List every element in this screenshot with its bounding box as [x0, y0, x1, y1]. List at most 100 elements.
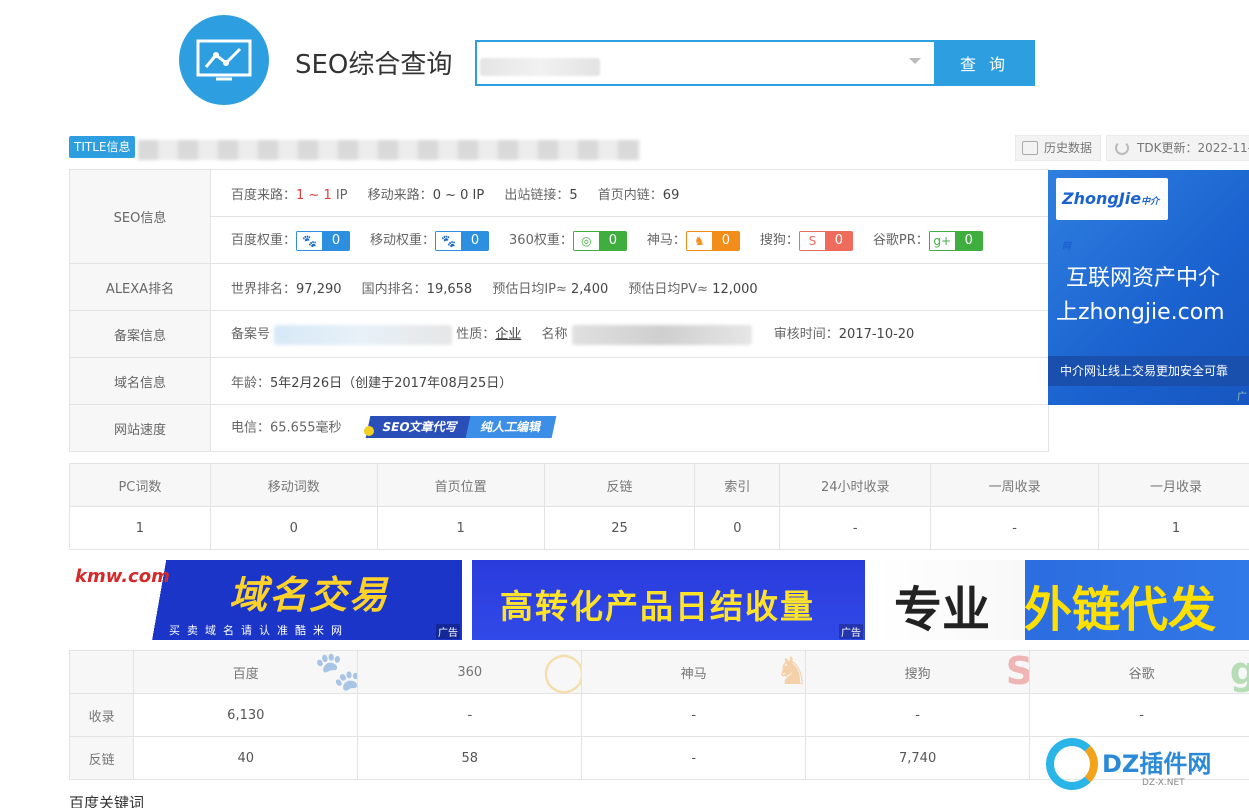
stats-header-cell: 24小时收录: [779, 463, 932, 507]
stats-value-cell[interactable]: 0: [209, 506, 378, 550]
dropdown-arrow-icon[interactable]: [909, 58, 921, 64]
sogou-icon: S: [798, 230, 825, 251]
weight-value: 0: [322, 230, 351, 251]
engine-name: 搜狗: [904, 666, 931, 682]
stats-value-cell[interactable]: 1: [376, 506, 545, 550]
stats-header-cell: 反链: [543, 463, 696, 507]
conversion-banner-ad[interactable]: 高转化产品日结收量 广告: [472, 560, 865, 640]
shenma-icon: ♞: [775, 652, 805, 693]
zhongjie-logo-text: ZhongJie: [1062, 189, 1142, 208]
google-icon: g: [1230, 652, 1249, 693]
ip-estimate-label: 预估日均IP≈: [492, 281, 567, 297]
stats-header-cell: PC词数: [69, 463, 211, 507]
ad-tag: 广告: [839, 624, 863, 639]
engine-row-label: 反链: [68, 736, 135, 780]
stats-header-cell: 一月收录: [1098, 463, 1249, 507]
engine-header-cell: 神马 ♞: [581, 650, 807, 694]
zhongjie-ad-footer: 中介网让线上交易更加安全可靠: [1048, 356, 1249, 386]
mobile-traffic-value[interactable]: 0 ~ 0 IP: [433, 188, 485, 203]
stats-header-cell: 索引: [694, 463, 781, 507]
engine-header-cell: 360 ◯: [357, 650, 583, 694]
weight-label: 百度权重：: [231, 233, 297, 249]
company-name-label: 名称: [541, 327, 568, 343]
stats-value-cell[interactable]: -: [779, 506, 932, 550]
pv-estimate-label: 预估日均PV≈: [628, 281, 709, 297]
corner-cell: [68, 650, 135, 694]
stats-value-cell[interactable]: 1: [69, 506, 211, 550]
weight-value: 0: [598, 230, 627, 251]
360-icon: ◎: [572, 230, 599, 251]
engine-name: 360: [457, 664, 483, 680]
inlinks-value[interactable]: 69: [663, 188, 680, 203]
engine-value-cell[interactable]: 6,130: [133, 693, 359, 737]
speed-row: 电信：65.655毫秒 SEO文章代写 纯人工编辑: [210, 404, 1049, 452]
history-data-button[interactable]: 历史数据: [1015, 135, 1101, 161]
age-label: 年龄：: [231, 375, 271, 391]
ad-tag: 广: [1237, 392, 1247, 403]
360-search-icon: ◯: [542, 650, 582, 693]
inlinks-label: 首页内链：: [597, 187, 663, 203]
search-button[interactable]: 查 询: [934, 40, 1035, 86]
tdk-update-button[interactable]: TDK更新：2022-11-0: [1106, 135, 1249, 161]
mobile-traffic-label: 移动来路：: [367, 187, 433, 203]
weight-value: 0: [824, 230, 853, 251]
engine-value-cell[interactable]: -: [1029, 693, 1249, 737]
title-value-redacted: [138, 140, 640, 160]
domain-trade-banner-ad[interactable]: kmw.com 域名交易 买卖域名请认准酷米网 广告: [69, 560, 462, 640]
tdk-update-label: TDK更新：2022-11-0: [1137, 141, 1249, 155]
engine-value-cell[interactable]: -: [805, 693, 1031, 737]
history-data-label: 历史数据: [1044, 141, 1093, 155]
zhongjie-side-ad[interactable]: ZhongJie中介网 互联网资产中介 上zhongjie.com 中介网让线上…: [1048, 170, 1249, 405]
baidu-keywords-heading: 百度关键词: [69, 794, 145, 808]
weight-badge[interactable]: S0: [798, 230, 853, 251]
nature-value[interactable]: 企业: [495, 327, 521, 342]
seo-ad-part2: 纯人工编辑: [465, 416, 556, 438]
page-title: SEO综合查询: [295, 50, 453, 80]
engine-value-cell[interactable]: -: [357, 693, 583, 737]
seo-info-table: SEO信息 百度来路：1 ~ 1 IP 移动来路：0 ~ 0 IP 出站链接：5…: [69, 169, 1049, 452]
audit-time-label: 审核时间：: [773, 327, 839, 343]
engine-value-cell[interactable]: -: [581, 693, 807, 737]
weight-badge[interactable]: ◎ 0: [572, 230, 627, 251]
title-info-badge: TITLE信息: [69, 136, 136, 158]
engine-value-cell[interactable]: -: [581, 736, 807, 780]
stats-value-cell[interactable]: 1: [1098, 506, 1249, 550]
domain-row: 年龄：5年2月26日（创建于2017年08月25日）: [210, 357, 1049, 405]
site-speed-label: 网站速度: [69, 404, 211, 452]
traffic-row: 百度来路：1 ~ 1 IP 移动来路：0 ~ 0 IP 出站链接：5 首页内链：…: [210, 169, 1049, 217]
stats-value-cell[interactable]: -: [930, 506, 1100, 550]
engine-value-cell[interactable]: 58: [357, 736, 583, 780]
icp-label: 备案信息: [69, 310, 211, 358]
stats-value-cell[interactable]: 25: [543, 506, 696, 550]
search-value-redacted: [480, 58, 600, 76]
refresh-icon: [1115, 141, 1129, 155]
google-plus-icon: g+: [928, 230, 955, 251]
weight-badge[interactable]: ♞ 0: [685, 230, 740, 251]
stats-header-cell: 移动词数: [209, 463, 378, 507]
baidu-traffic-unit: IP: [331, 187, 348, 203]
baidu-traffic-value[interactable]: 1 ~ 1: [296, 188, 332, 203]
weight-badge[interactable]: g+ 0: [928, 230, 983, 251]
zhongjie-ad-line1: 互联网资产中介: [1066, 266, 1221, 291]
outlinks-value[interactable]: 5: [569, 188, 577, 203]
site-logo[interactable]: [179, 15, 269, 105]
domain-trade-subtitle: 买卖域名请认准酷米网: [169, 624, 349, 637]
outlinks-label: 出站链接：: [504, 187, 570, 203]
weights-row: 百度权重： 🐾 0 移动权重： 🐾 0 360权重： ◎ 0 神马： ♞ 0 搜狗： S 0 谷歌PR： g+ 0: [210, 216, 1049, 264]
conversion-banner-title: 高转化产品日结收量: [500, 587, 815, 626]
stats-value-cell[interactable]: 0: [694, 506, 781, 550]
world-rank-label: 世界排名：: [231, 281, 297, 297]
engine-name: 神马: [680, 666, 707, 682]
baidu-paw-icon: 🐾: [435, 230, 462, 251]
dz-watermark-sub: DZ-X.NET: [1142, 778, 1185, 788]
nature-label: 性质：: [456, 327, 496, 343]
seo-writing-ad[interactable]: SEO文章代写 纯人工编辑: [363, 416, 556, 440]
weight-badge[interactable]: 🐾 0: [296, 230, 351, 251]
weight-badge[interactable]: 🐾 0: [435, 230, 490, 251]
engine-value-cell[interactable]: 7,740: [805, 736, 1031, 780]
zhongjie-logo: ZhongJie中介网: [1056, 178, 1168, 252]
engine-value-cell[interactable]: 40: [133, 736, 359, 780]
backlink-banner-ad[interactable]: 专业 外链代发: [876, 560, 1249, 640]
seo-ad-part1: SEO文章代写: [365, 416, 474, 438]
ip-estimate-value: 2,400: [571, 281, 609, 297]
